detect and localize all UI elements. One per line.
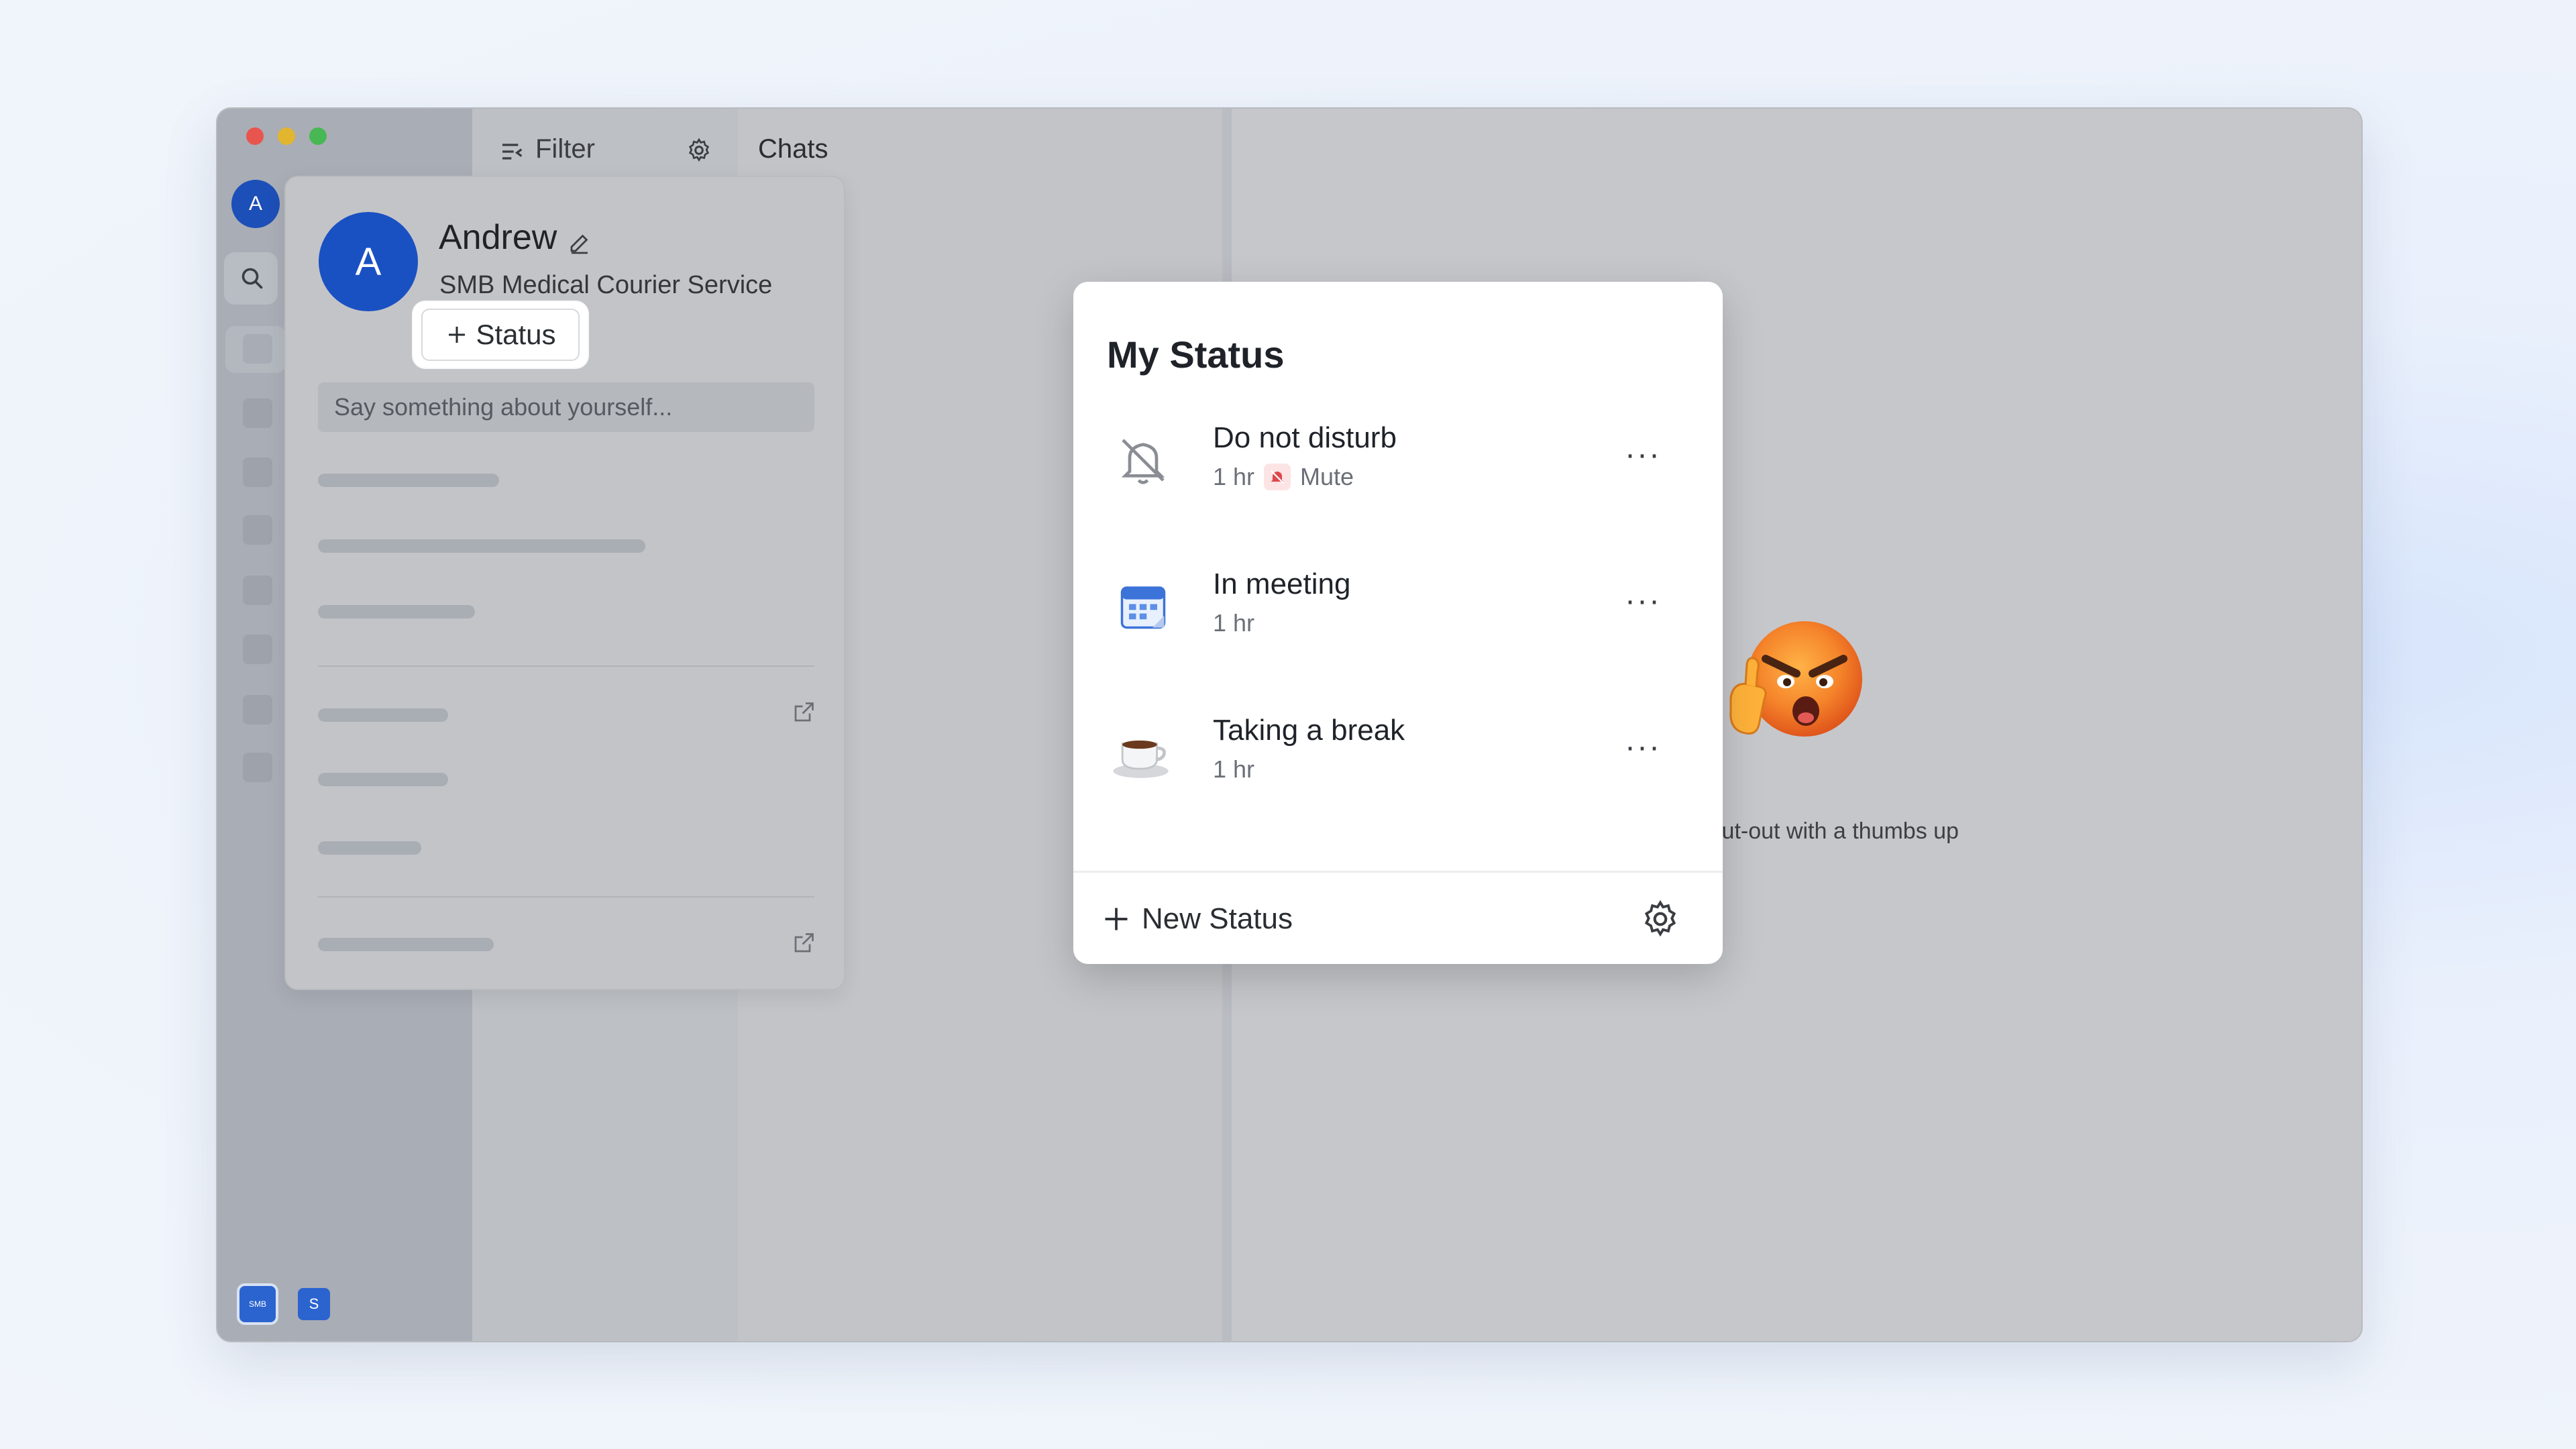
add-status-label: Status xyxy=(476,319,556,350)
gear-icon[interactable] xyxy=(686,137,712,164)
workspace-s[interactable]: S xyxy=(298,1288,330,1320)
status-extra: Mute xyxy=(1300,463,1354,490)
placeholder-bar xyxy=(318,605,475,619)
status-panel-title: My Status xyxy=(1107,333,1285,376)
new-status-label: New Status xyxy=(1142,902,1293,935)
status-meta: 1 hr xyxy=(1213,755,1254,784)
edit-pencil-icon[interactable] xyxy=(568,231,592,255)
status-duration: 1 hr xyxy=(1213,463,1255,490)
placeholder-bar xyxy=(318,708,448,722)
minimize-window-button[interactable] xyxy=(278,127,295,145)
plus-icon xyxy=(449,327,466,343)
rail-item-3[interactable] xyxy=(243,458,272,487)
status-name: Taking a break xyxy=(1213,714,1405,747)
add-status-button[interactable]: Status xyxy=(413,302,588,368)
status-duration: 1 hr xyxy=(1213,755,1255,783)
rail-item-messages[interactable] xyxy=(225,326,286,373)
external-link-icon[interactable] xyxy=(792,931,816,955)
rail-item-8[interactable] xyxy=(243,753,272,782)
status-item-in-meeting[interactable]: In meeting 1 hr ··· xyxy=(1073,555,1723,690)
external-link-icon[interactable] xyxy=(792,700,816,724)
separator xyxy=(318,665,814,667)
placeholder-bar xyxy=(318,938,494,951)
separator xyxy=(318,896,814,898)
profile-avatar[interactable]: A xyxy=(319,212,418,311)
rail-item-2[interactable] xyxy=(243,398,272,428)
shout-emoji-icon xyxy=(1729,621,1862,737)
coffee-icon xyxy=(1111,720,1175,785)
profile-card: A Andrew SMB Medical Courier Service Sta… xyxy=(284,176,845,990)
bio-input[interactable]: Say something about yourself... xyxy=(318,382,814,432)
status-name: Do not disturb xyxy=(1213,421,1397,454)
calendar-icon xyxy=(1111,574,1175,639)
status-panel-footer: New Status xyxy=(1073,871,1723,964)
bell-off-icon xyxy=(1111,428,1175,492)
zoom-window-button[interactable] xyxy=(309,127,327,145)
status-meta: 1 hr xyxy=(1213,609,1254,637)
placeholder-bar xyxy=(318,773,448,786)
profile-name: Andrew xyxy=(439,218,557,257)
more-options-button[interactable]: ··· xyxy=(1625,729,1661,765)
placeholder-bar xyxy=(318,539,645,553)
rail-item-5[interactable] xyxy=(243,576,272,605)
status-name: In meeting xyxy=(1213,568,1351,600)
status-settings-gear-icon[interactable] xyxy=(1640,898,1681,940)
filter-label[interactable]: Filter xyxy=(535,134,595,164)
filter-icon[interactable] xyxy=(499,138,526,165)
search-icon xyxy=(241,268,263,289)
more-options-button[interactable]: ··· xyxy=(1625,582,1661,619)
close-window-button[interactable] xyxy=(246,127,264,145)
new-status-button[interactable]: New Status xyxy=(1102,902,1293,936)
status-meta: 1 hr Mute xyxy=(1213,463,1354,491)
rail-item-7[interactable] xyxy=(243,695,272,724)
placeholder-bar xyxy=(318,474,499,487)
workspace-smb[interactable]: SMB xyxy=(239,1286,276,1322)
more-options-button[interactable]: ··· xyxy=(1625,436,1661,473)
plus-icon xyxy=(1105,908,1128,930)
profile-organization: SMB Medical Courier Service xyxy=(439,271,773,299)
add-status-button-inner: Status xyxy=(421,309,580,361)
rail-item-4[interactable] xyxy=(243,515,272,545)
status-item-do-not-disturb[interactable]: Do not disturb 1 hr Mute ··· xyxy=(1073,409,1723,543)
my-status-panel: My Status Do not disturb 1 hr Mute ··· I… xyxy=(1073,282,1723,964)
chats-title: Chats xyxy=(758,134,828,164)
status-item-taking-a-break[interactable]: Taking a break 1 hr ··· xyxy=(1073,702,1723,836)
rail-item-6[interactable] xyxy=(243,635,272,664)
app-window: A SMB S Filter Chats Give a shout-out wi… xyxy=(216,107,2363,1342)
placeholder-bar xyxy=(318,841,421,855)
mute-bell-icon xyxy=(1264,464,1291,490)
status-duration: 1 hr xyxy=(1213,609,1255,637)
rail-avatar[interactable]: A xyxy=(231,180,280,228)
rail-search-button[interactable] xyxy=(224,252,278,305)
